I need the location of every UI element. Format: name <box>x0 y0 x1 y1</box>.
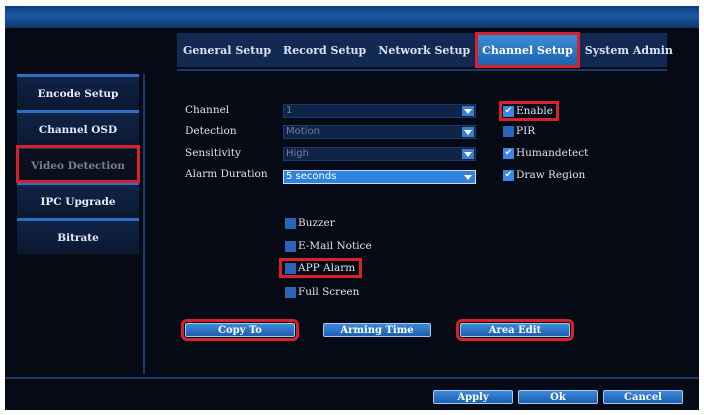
side-menu: Encode Setup Channel OSD Video Detection… <box>16 74 140 254</box>
detection-value: Motion <box>286 126 320 137</box>
apply-button[interactable]: Apply <box>433 390 513 404</box>
email-notice-label: E-Mail Notice <box>298 240 372 252</box>
side-item-channel-osd[interactable]: Channel OSD <box>17 110 139 146</box>
channel-label: Channel <box>185 104 230 116</box>
side-item-encode-setup[interactable]: Encode Setup <box>17 74 139 110</box>
checkbox-icon <box>285 240 296 252</box>
draw-region-label: Draw Region <box>516 169 586 181</box>
tab-record-setup[interactable]: Record Setup <box>277 33 372 67</box>
draw-region-checkbox[interactable]: ✔ Draw Region <box>503 169 585 181</box>
checkbox-icon <box>285 262 296 274</box>
detection-label: Detection <box>185 125 237 137</box>
bottom-divider <box>5 377 699 379</box>
buzzer-checkbox[interactable]: Buzzer <box>285 217 335 229</box>
side-item-ipc-upgrade[interactable]: IPC Upgrade <box>17 182 139 218</box>
channel-value: 1 <box>286 105 293 116</box>
app-alarm-label: APP Alarm <box>298 262 356 274</box>
full-screen-checkbox[interactable]: Full Screen <box>285 286 359 298</box>
chevron-down-icon <box>462 149 474 159</box>
enable-checkbox[interactable]: ✔ Enable <box>499 101 559 121</box>
buzzer-label: Buzzer <box>298 217 335 229</box>
cancel-button[interactable]: Cancel <box>603 390 683 404</box>
app-alarm-checkbox[interactable]: APP Alarm <box>278 258 363 278</box>
sensitivity-label: Sensitivity <box>185 147 241 159</box>
tab-system-admin[interactable]: System Admin <box>579 33 679 67</box>
sensitivity-value: High <box>286 148 309 159</box>
tab-general-setup[interactable]: General Setup <box>177 33 277 67</box>
chevron-down-icon <box>462 106 474 116</box>
humandetect-label: Humandetect <box>516 147 589 159</box>
chevron-down-icon <box>462 127 474 137</box>
sensitivity-select[interactable]: High <box>283 147 476 161</box>
top-tabs: General Setup Record Setup Network Setup… <box>177 32 673 68</box>
pir-label: PIR <box>516 125 536 137</box>
tab-channel-setup[interactable]: Channel Setup <box>475 32 580 68</box>
copy-to-button[interactable]: Copy To <box>181 319 299 341</box>
check-icon: ✔ <box>503 169 514 181</box>
check-icon: ✔ <box>503 147 514 159</box>
checkbox-icon <box>285 217 296 229</box>
email-notice-checkbox[interactable]: E-Mail Notice <box>285 240 372 252</box>
menu-divider <box>143 74 145 374</box>
tabs-divider <box>177 69 667 71</box>
dvr-screen: General Setup Record Setup Network Setup… <box>5 6 699 410</box>
side-item-bitrate[interactable]: Bitrate <box>17 218 139 254</box>
full-screen-label: Full Screen <box>298 286 360 298</box>
humandetect-checkbox[interactable]: ✔ Humandetect <box>503 147 588 159</box>
check-icon: ✔ <box>503 105 514 117</box>
area-edit-button[interactable]: Area Edit <box>456 319 574 341</box>
detection-select[interactable]: Motion <box>283 125 476 139</box>
alarm-duration-text: 5 seconds <box>286 171 337 182</box>
chevron-down-icon <box>462 172 474 182</box>
channel-select[interactable]: 1 <box>283 104 476 118</box>
title-bar <box>5 6 699 28</box>
checkbox-icon <box>285 286 296 298</box>
alarm-duration-select[interactable]: 5 seconds <box>283 170 476 184</box>
tab-network-setup[interactable]: Network Setup <box>372 33 476 67</box>
alarm-duration-label: Alarm Duration <box>185 168 268 180</box>
enable-label: Enable <box>516 105 553 117</box>
side-item-video-detection[interactable]: Video Detection <box>16 145 140 183</box>
checkbox-icon <box>503 125 514 137</box>
pir-checkbox[interactable]: PIR <box>503 125 535 137</box>
ok-button[interactable]: Ok <box>518 390 598 404</box>
arming-time-button[interactable]: Arming Time <box>323 323 431 337</box>
